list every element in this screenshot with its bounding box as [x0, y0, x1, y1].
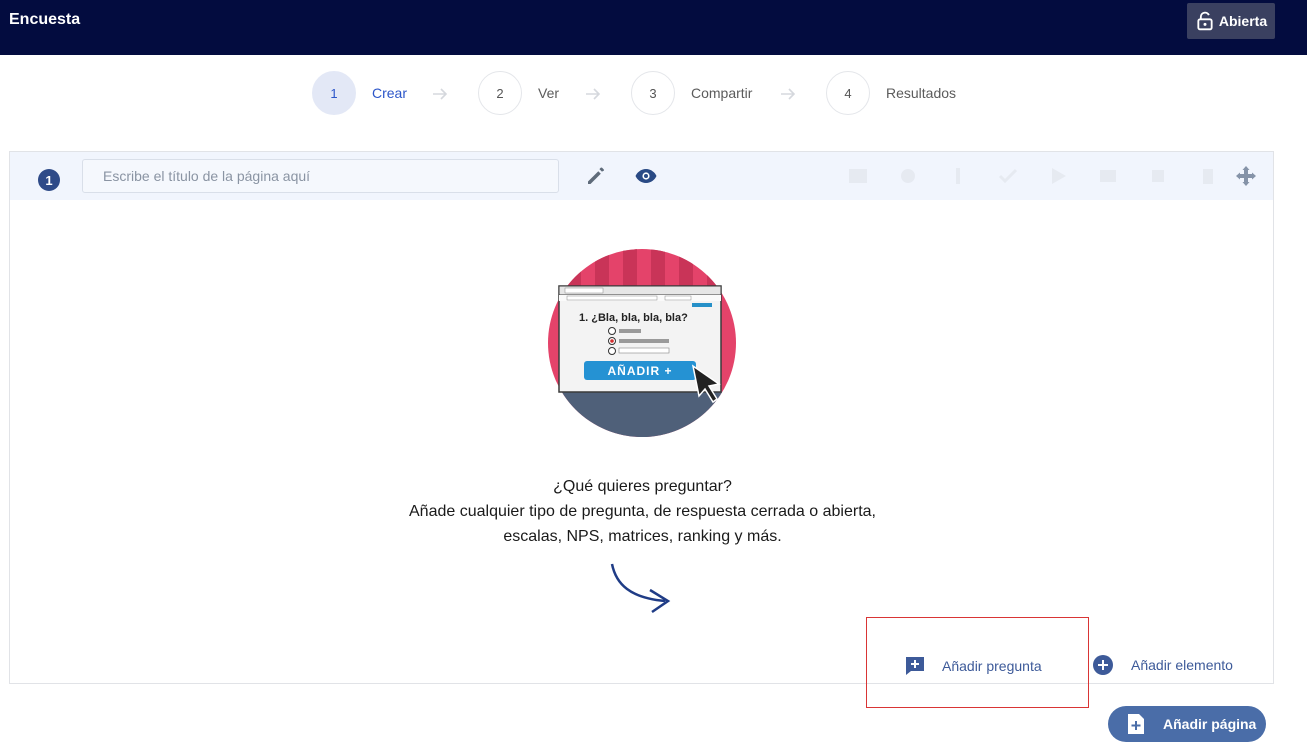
prompt-heading: ¿Qué quieres preguntar?: [553, 478, 732, 495]
check-icon: [998, 168, 1018, 184]
step-label: Ver: [538, 85, 560, 101]
step-create[interactable]: 1 Crear: [312, 71, 407, 115]
survey-status-button[interactable]: Abierta: [1187, 3, 1275, 39]
app-title: Encuesta: [9, 11, 81, 28]
pencil-icon[interactable]: [584, 164, 608, 188]
page-number-badge: 1: [38, 169, 60, 191]
delete-icon: [1203, 169, 1213, 184]
step-view[interactable]: 2 Ver: [478, 71, 559, 115]
eye-icon[interactable]: [634, 164, 658, 188]
step-label: Resultados: [886, 85, 957, 101]
unlock-icon: [1197, 11, 1213, 31]
step-label: Crear: [372, 85, 408, 101]
add-circle-icon: [1093, 655, 1113, 675]
page-title-input[interactable]: [82, 159, 559, 193]
add-page-label: Añadir página: [1163, 716, 1257, 732]
page-header: 1: [10, 152, 1273, 200]
prompt-line: escalas, NPS, matrices, ranking y más.: [503, 528, 782, 545]
empty-state-prompt: ¿Qué quieres preguntar? Añade cualquier …: [310, 474, 975, 549]
add-question-button[interactable]: Añadir pregunta: [903, 654, 1042, 678]
arrow-right-icon: [586, 88, 601, 100]
gallery-icon: [1100, 170, 1116, 182]
add-question-illustration: 1. ¿Bla, bla, bla, bla? AÑADIR +: [548, 249, 736, 437]
add-element-label: Añadir elemento: [1131, 657, 1233, 673]
step-number: 1: [312, 71, 356, 115]
step-number: 4: [826, 71, 870, 115]
step-number: 3: [631, 71, 675, 115]
illustration-add-button: AÑADIR +: [607, 363, 672, 378]
page-card: 1 Escribe el título de la página aquí 1.…: [9, 151, 1274, 684]
survey-status-label: Abierta: [1218, 13, 1268, 29]
wizard-steps: 1 Crear 2 Ver 3 Compartir 4 Resultados: [0, 71, 1307, 117]
add-page-icon: [1128, 714, 1144, 734]
step-results[interactable]: 4 Resultados: [826, 71, 956, 115]
add-comment-icon: [906, 657, 924, 675]
prompt-line: Añade cualquier tipo de pregunta, de res…: [409, 503, 876, 520]
step-share[interactable]: 3 Compartir: [631, 71, 752, 115]
illustration-question: 1. ¿Bla, bla, bla, bla?: [579, 312, 688, 324]
curved-arrow-icon: [610, 563, 671, 614]
move-icon[interactable]: [1234, 164, 1258, 188]
image-icon: [849, 169, 867, 183]
add-page-button[interactable]: Añadir página: [1108, 706, 1266, 742]
arrow-right-icon: [781, 88, 796, 100]
media-icon: [1052, 168, 1066, 184]
step-label: Compartir: [691, 85, 753, 101]
step-number: 2: [478, 71, 522, 115]
arrow-right-icon: [433, 88, 448, 100]
settings-icon: [901, 169, 915, 183]
add-element-button[interactable]: Añadir elemento: [1092, 654, 1233, 676]
copy-icon: [1152, 170, 1164, 182]
top-bar: Encuesta Abierta: [0, 0, 1307, 55]
text-icon: [956, 168, 960, 184]
add-question-label: Añadir pregunta: [942, 658, 1042, 674]
